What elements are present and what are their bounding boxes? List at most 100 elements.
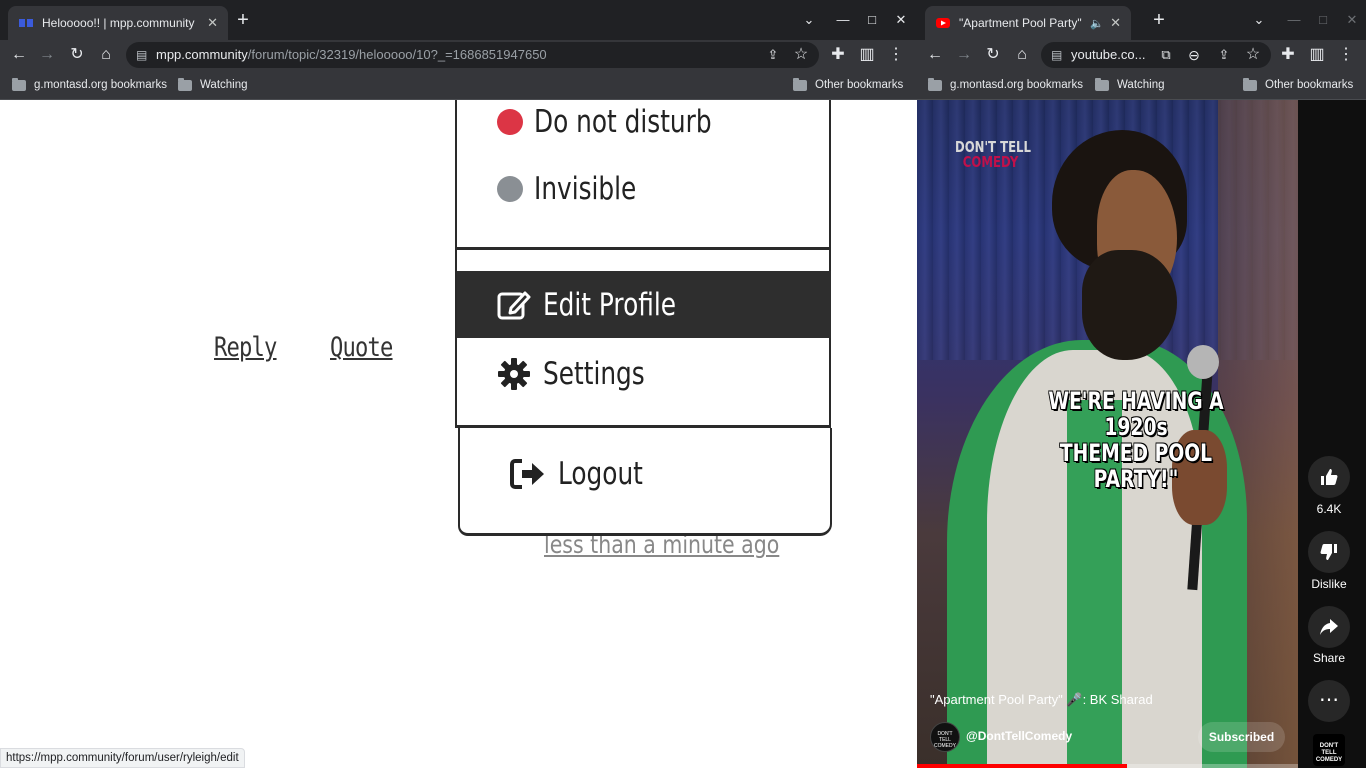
logout-section: Logout (458, 428, 832, 536)
bookmark-label: Other bookmarks (1265, 79, 1354, 91)
home-icon[interactable]: ⌂ (94, 43, 118, 67)
url-domain: youtube.co... (1071, 47, 1146, 62)
status-dnd-option[interactable]: Do not disturb (497, 104, 756, 140)
left-browser-window: Helooooo!! | mpp.community ✕ + ⌄ — □ ✕ ←… (0, 0, 917, 768)
subscribed-button[interactable]: Subscribed (1198, 722, 1285, 752)
zoom-icon[interactable]: ⊖ (1182, 43, 1206, 67)
address-bar[interactable]: ▤ mpp.community/forum/topic/32319/helooo… (126, 42, 819, 68)
bookmark-folder-montasd[interactable]: g.montasd.org bookmarks (928, 76, 1083, 94)
toolbar: ← → ↻ ⌂ ▤ mpp.community/forum/topic/3231… (0, 40, 917, 70)
dislike-label: Dislike (1311, 577, 1347, 591)
mpp-favicon-icon (19, 19, 33, 27)
like-count: 6.4K (1316, 502, 1342, 516)
bookmarks-bar: g.montasd.org bookmarks Watching Other b… (0, 70, 917, 100)
open-in-app-icon[interactable]: ⧉ (1154, 43, 1178, 67)
new-tab-button[interactable]: + (1147, 9, 1171, 33)
bookmark-folder-watching[interactable]: Watching (178, 76, 248, 94)
bookmark-folder-watching[interactable]: Watching (1095, 76, 1165, 94)
site-info-icon[interactable]: ▤ (1051, 42, 1062, 68)
share-button[interactable] (1308, 606, 1350, 648)
extensions-icon[interactable]: ✚ (826, 43, 850, 67)
gear-icon (498, 357, 530, 390)
video-progress-bar[interactable] (917, 764, 1298, 768)
side-panel-icon[interactable]: ▥ (1305, 43, 1329, 67)
share-icon[interactable]: ⇪ (1212, 43, 1236, 67)
forum-page: Reply Quote less than a minute ago Do no… (0, 100, 917, 768)
back-icon[interactable]: ← (7, 43, 31, 67)
tab-youtube-video[interactable]: "Apartment Pool Party" 🎤 BK Sharad 🔈 ✕ (925, 6, 1131, 40)
user-dropdown-menu: Do not disturb Invisible Edit Profile Se… (455, 100, 832, 536)
tab-search-icon[interactable]: ⌄ (1247, 8, 1271, 32)
tab-title: "Apartment Pool Party" 🎤 BK Sharad (959, 16, 1084, 30)
menu-icon[interactable]: ⋮ (884, 43, 908, 67)
thumbs-up-icon (1321, 469, 1338, 485)
maximize-button[interactable]: □ (1311, 8, 1335, 32)
more-options-icon[interactable]: ⋯ (1308, 680, 1350, 722)
menu-icon[interactable]: ⋮ (1334, 43, 1358, 67)
minimize-button[interactable]: — (831, 8, 855, 32)
logout-menu-item[interactable]: Logout (460, 440, 834, 507)
close-tab-icon[interactable]: ✕ (1110, 15, 1121, 31)
close-tab-icon[interactable]: ✕ (207, 15, 218, 31)
bookmark-folder-montasd[interactable]: g.montasd.org bookmarks (12, 76, 167, 94)
bookmark-label: g.montasd.org bookmarks (34, 79, 167, 91)
profile-section: Edit Profile Settings (455, 250, 831, 428)
channel-avatar[interactable]: DON'T TELL COMEDY (930, 722, 960, 752)
back-icon[interactable]: ← (923, 43, 947, 67)
sound-thumbnail[interactable]: DON'T TELL COMEDY (1313, 734, 1345, 766)
new-tab-button[interactable]: + (231, 9, 255, 33)
logo-line-2: COMEDY (962, 153, 1019, 171)
tab-search-icon[interactable]: ⌄ (797, 8, 821, 32)
status-dnd-dot-icon (497, 109, 523, 135)
video-caption: WE'RE HAVING A 1920s THEMED POOL PARTY!" (1019, 388, 1253, 492)
settings-label: Settings (543, 355, 645, 392)
edit-icon (497, 291, 531, 319)
reload-icon[interactable]: ↻ (65, 43, 89, 67)
folder-icon (928, 77, 942, 91)
status-invisible-option[interactable]: Invisible (497, 171, 662, 207)
quote-link[interactable]: Quote (330, 332, 393, 363)
channel-watermark-logo: DON'T TELL COMEDY (955, 140, 1031, 170)
extensions-icon[interactable]: ✚ (1276, 43, 1300, 67)
dislike-button[interactable] (1308, 531, 1350, 573)
bookmark-label: Other bookmarks (815, 79, 904, 91)
reload-icon[interactable]: ↻ (981, 43, 1005, 67)
bookmark-folder-other[interactable]: Other bookmarks (793, 76, 903, 94)
logout-icon (510, 458, 544, 489)
forward-icon[interactable]: → (952, 43, 976, 67)
close-window-button[interactable]: ✕ (1340, 8, 1364, 32)
share-icon[interactable]: ⇪ (761, 43, 785, 67)
minimize-button[interactable]: — (1282, 8, 1306, 32)
tab-strip: Helooooo!! | mpp.community ✕ + ⌄ — □ ✕ (0, 0, 917, 40)
bookmark-label: Watching (1117, 79, 1165, 91)
home-icon[interactable]: ⌂ (1010, 43, 1034, 67)
tab-audio-icon[interactable]: 🔈 (1090, 17, 1104, 30)
status-dnd-label: Do not disturb (534, 104, 712, 140)
side-panel-icon[interactable]: ▥ (855, 43, 879, 67)
bookmark-star-icon[interactable]: ☆ (789, 43, 813, 67)
video-player[interactable]: DON'T TELL COMEDY WE'RE HAVING A 1920s T… (917, 100, 1298, 768)
bookmark-label: g.montasd.org bookmarks (950, 79, 1083, 91)
like-button[interactable] (1308, 456, 1350, 498)
tab-mpp-community[interactable]: Helooooo!! | mpp.community ✕ (8, 6, 228, 40)
folder-icon (1243, 77, 1257, 91)
channel-name[interactable]: @DontTellComedy (966, 729, 1072, 743)
close-window-button[interactable]: ✕ (889, 8, 913, 32)
maximize-button[interactable]: □ (860, 8, 884, 32)
video-title[interactable]: "Apartment Pool Party" 🎤: BK Sharad (930, 692, 1153, 708)
folder-icon (1095, 77, 1109, 91)
youtube-shorts-page: DON'T TELL COMEDY WE'RE HAVING A 1920s T… (917, 100, 1366, 768)
bookmark-star-icon[interactable]: ☆ (1241, 43, 1265, 67)
site-info-icon[interactable]: ▤ (136, 42, 147, 68)
bookmark-label: Watching (200, 79, 248, 91)
settings-menu-item[interactable]: Settings (457, 340, 831, 407)
forward-icon[interactable]: → (35, 43, 59, 67)
status-invisible-label: Invisible (534, 171, 637, 207)
status-invisible-dot-icon (497, 176, 523, 202)
folder-icon (178, 77, 192, 91)
bookmark-folder-other[interactable]: Other bookmarks (1243, 76, 1353, 94)
reply-link[interactable]: Reply (214, 332, 277, 363)
folder-icon (12, 77, 26, 91)
share-label: Share (1312, 651, 1346, 665)
edit-profile-menu-item[interactable]: Edit Profile (457, 271, 831, 338)
